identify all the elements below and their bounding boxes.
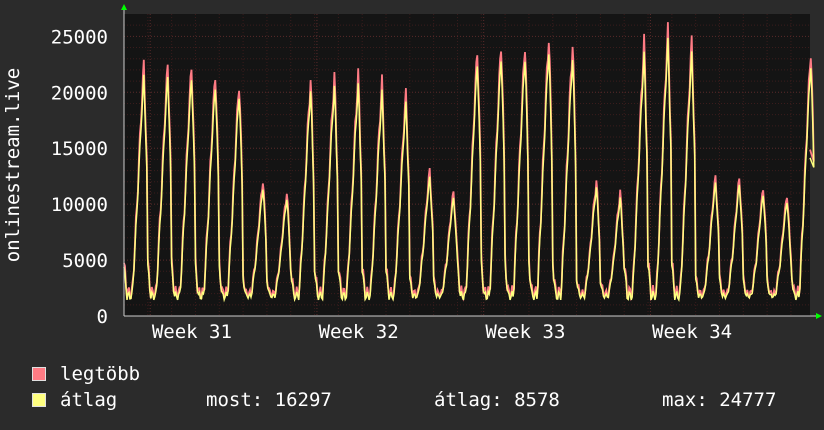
stat-max: max: 24777 <box>662 389 777 411</box>
stat-average: átlag: 8578 <box>434 389 560 411</box>
legend-swatch-avg <box>32 393 46 407</box>
legend-label-max: legtöbb <box>60 363 141 385</box>
legend-item-avg: átlag <box>32 389 117 411</box>
x-tick-label: Week 34 <box>652 321 732 343</box>
y-axis-title: onlinestream.live <box>2 68 24 262</box>
y-tick-label: 20000 <box>51 82 108 104</box>
legend-label-avg: átlag <box>60 389 118 411</box>
traffic-chart: 0 5000 10000 15000 20000 25000 Week 31 Week 32 W… <box>2 4 822 343</box>
x-tick-label: Week 33 <box>485 321 565 343</box>
y-tick-label: 10000 <box>51 194 108 216</box>
x-tick-label: Week 32 <box>319 321 399 343</box>
y-tick-label: 15000 <box>51 138 108 160</box>
y-axis-arrow <box>121 4 127 10</box>
x-axis-arrow <box>816 313 822 319</box>
y-tick-label: 25000 <box>51 26 108 48</box>
legend-item-max: legtöbb <box>32 363 140 385</box>
x-tick-label: Week 31 <box>152 321 232 343</box>
legend-swatch-max <box>32 367 46 381</box>
stat-current: most: 16297 <box>206 389 332 411</box>
y-tick-label: 5000 <box>62 250 108 272</box>
y-tick-label: 0 <box>97 306 108 328</box>
